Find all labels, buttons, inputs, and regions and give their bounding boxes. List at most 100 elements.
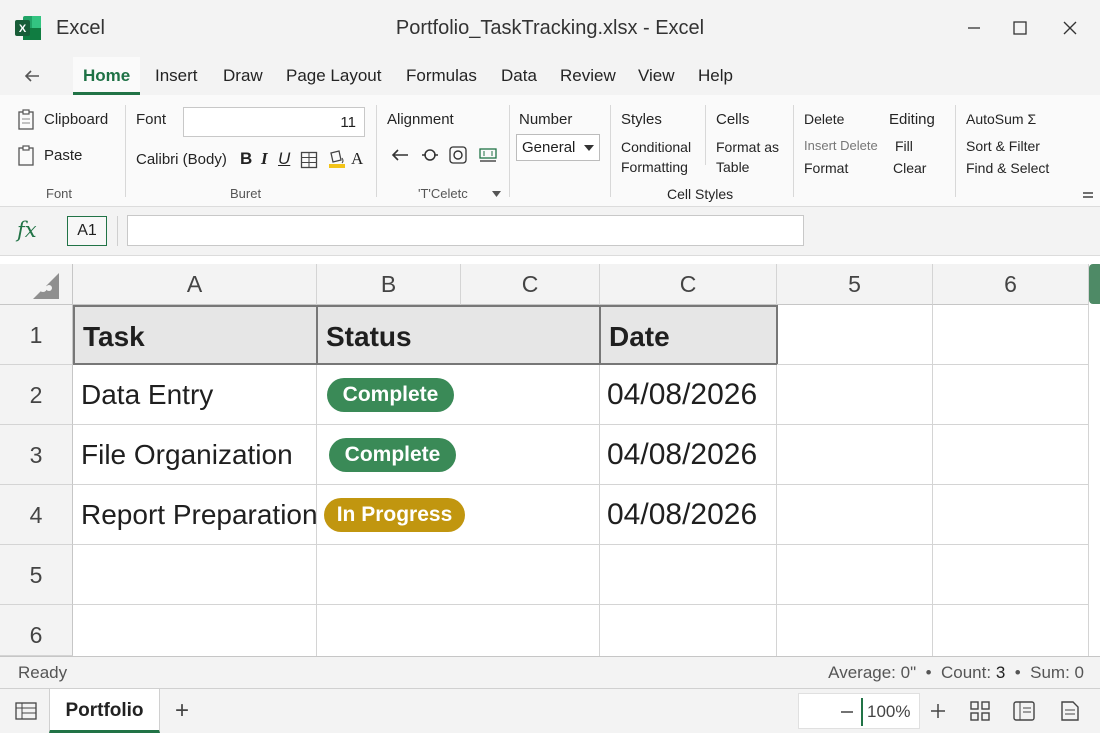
row-header-5[interactable]: 5 xyxy=(0,545,73,605)
column-header-5[interactable]: 5 xyxy=(777,264,933,305)
table-cell[interactable] xyxy=(933,305,1089,365)
fill-button[interactable]: Fill xyxy=(895,138,913,154)
table-cell[interactable] xyxy=(73,545,317,605)
table-cell[interactable] xyxy=(73,605,317,656)
header-cell-task[interactable]: Task xyxy=(73,305,318,365)
name-box[interactable]: A1 xyxy=(67,216,107,246)
select-all-corner[interactable] xyxy=(0,264,73,305)
sheet-list-icon[interactable] xyxy=(15,702,37,720)
formula-input[interactable] xyxy=(127,215,804,246)
date-cell[interactable]: 04/08/2026 xyxy=(600,365,777,425)
back-arrow-icon[interactable] xyxy=(22,66,42,86)
status-cell[interactable]: Complete xyxy=(317,425,600,485)
table-cell[interactable] xyxy=(933,545,1089,605)
zoom-slider-thumb[interactable] xyxy=(861,698,863,726)
underline-button[interactable]: U xyxy=(278,149,290,169)
delete-button[interactable]: Delete xyxy=(804,111,844,127)
table-cell[interactable] xyxy=(600,605,777,656)
wrap-icon[interactable] xyxy=(449,146,467,164)
font-size-input[interactable]: 11 xyxy=(183,107,365,137)
autosum-button[interactable]: AutoSum Σ xyxy=(966,111,1036,127)
status-cell[interactable]: Complete xyxy=(317,365,600,425)
ready-status: Ready xyxy=(18,663,68,682)
add-sheet-button[interactable]: + xyxy=(175,697,189,725)
italic-button[interactable]: I xyxy=(261,149,268,169)
ribbon-options-icon[interactable] xyxy=(1083,191,1093,199)
date-cell[interactable]: 04/08/2026 xyxy=(600,485,777,545)
table-cell[interactable] xyxy=(777,305,933,365)
clipboard-button[interactable]: Clipboard xyxy=(44,111,108,128)
number-format-dropdown[interactable]: General xyxy=(516,134,600,161)
column-header-c[interactable]: C xyxy=(461,264,600,305)
column-header-b[interactable]: B xyxy=(317,264,461,305)
header-cell-date[interactable]: Date xyxy=(599,305,778,365)
format-as-table-label[interactable]: Table xyxy=(716,159,749,175)
font-color-button[interactable]: A xyxy=(351,149,363,169)
table-cell[interactable] xyxy=(777,485,933,545)
fill-color-icon[interactable] xyxy=(326,148,348,170)
close-icon[interactable] xyxy=(1056,14,1084,42)
status-cell[interactable]: In Progress xyxy=(317,485,600,545)
row-header-1[interactable]: 1 xyxy=(0,305,73,365)
header-cell-status[interactable]: Status xyxy=(316,305,601,365)
maximize-icon[interactable] xyxy=(1006,14,1034,42)
row-header-6[interactable]: 6 xyxy=(0,605,73,656)
zoom-out-icon[interactable] xyxy=(839,704,855,720)
tab-home[interactable]: Home xyxy=(73,57,141,95)
sheet-tab-portfolio[interactable]: Portfolio xyxy=(49,689,160,733)
insert-delete-button[interactable]: Insert Delete xyxy=(804,138,878,153)
table-cell[interactable] xyxy=(777,605,933,656)
border-icon[interactable] xyxy=(300,151,318,169)
find-select-button[interactable]: Find & Select xyxy=(966,160,1049,176)
row-header-2[interactable]: 2 xyxy=(0,365,73,425)
tab-formulas[interactable]: Formulas xyxy=(406,66,477,86)
bold-button[interactable]: B xyxy=(240,149,252,169)
align-center-icon[interactable] xyxy=(420,146,440,164)
format-button[interactable]: Format xyxy=(804,160,848,176)
table-cell[interactable] xyxy=(317,545,600,605)
task-cell[interactable]: Report Preparation xyxy=(73,485,317,545)
tab-review[interactable]: Review xyxy=(560,66,616,86)
table-cell[interactable] xyxy=(777,425,933,485)
conditional-formatting-button[interactable]: Conditional xyxy=(621,139,691,155)
task-cell[interactable]: File Organization xyxy=(73,425,317,485)
column-header-a[interactable]: A xyxy=(73,264,317,305)
column-header-c2[interactable]: C xyxy=(600,264,777,305)
zoom-level[interactable]: 100% xyxy=(867,702,910,722)
table-cell[interactable] xyxy=(933,605,1089,656)
table-cell[interactable] xyxy=(777,545,933,605)
minimize-icon[interactable] xyxy=(960,14,988,42)
tab-data[interactable]: Data xyxy=(501,66,537,86)
page-break-icon[interactable] xyxy=(1059,700,1081,722)
function-icon[interactable]: fx xyxy=(17,218,37,242)
format-as-table-button[interactable]: Format as xyxy=(716,139,779,155)
date-cell[interactable]: 04/08/2026 xyxy=(600,425,777,485)
chevron-down-icon[interactable] xyxy=(492,191,501,197)
clear-button[interactable]: Clear xyxy=(893,160,926,176)
page-layout-icon[interactable] xyxy=(1013,701,1035,721)
task-cell[interactable]: Data Entry xyxy=(73,365,317,425)
tab-draw[interactable]: Draw xyxy=(223,66,263,86)
table-cell[interactable] xyxy=(933,485,1089,545)
merge-icon[interactable] xyxy=(478,146,498,164)
zoom-in-icon[interactable] xyxy=(929,702,947,720)
table-cell[interactable] xyxy=(933,425,1089,485)
column-header-6[interactable]: 6 xyxy=(933,264,1089,305)
tab-help[interactable]: Help xyxy=(698,66,733,86)
table-cell[interactable] xyxy=(317,605,600,656)
conditional-formatting-label[interactable]: Formatting xyxy=(621,159,688,175)
tab-view[interactable]: View xyxy=(638,66,675,86)
align-left-icon[interactable] xyxy=(390,146,410,164)
font-name-dropdown[interactable]: Calibri (Body) xyxy=(136,151,227,168)
table-cell[interactable] xyxy=(600,545,777,605)
normal-view-icon[interactable] xyxy=(970,701,990,721)
tab-page-layout[interactable]: Page Layout xyxy=(286,66,381,86)
scrollbar-thumb[interactable] xyxy=(1089,264,1100,304)
sort-filter-button[interactable]: Sort & Filter xyxy=(966,138,1040,154)
row-header-3[interactable]: 3 xyxy=(0,425,73,485)
table-cell[interactable] xyxy=(933,365,1089,425)
tab-insert[interactable]: Insert xyxy=(155,66,198,86)
paste-button[interactable]: Paste xyxy=(44,147,82,164)
row-header-4[interactable]: 4 xyxy=(0,485,73,545)
table-cell[interactable] xyxy=(777,365,933,425)
